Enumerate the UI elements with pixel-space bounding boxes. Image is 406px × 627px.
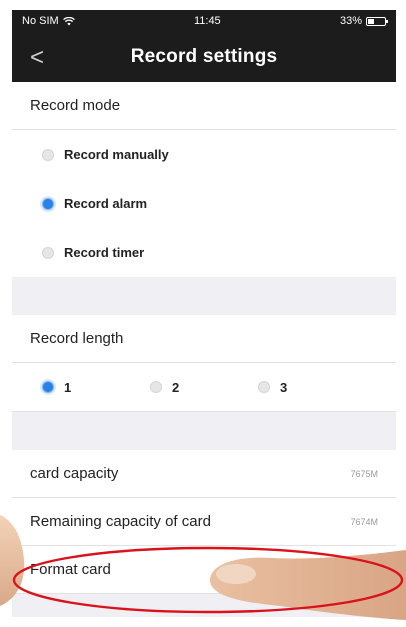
section-divider [12, 277, 396, 315]
radio-option-length-2[interactable]: 2 [150, 380, 258, 395]
card-capacity-row: card capacity 7675M [12, 450, 396, 498]
wifi-icon [62, 16, 75, 25]
record-length-header: Record length [12, 315, 396, 363]
card-capacity-value: 7675M [350, 468, 378, 479]
carrier-group: No SIM [22, 15, 75, 27]
record-length-section: Record length 1 2 3 [12, 315, 396, 412]
radio-unselected-icon[interactable] [42, 148, 54, 161]
radio-selected-icon[interactable] [42, 381, 54, 393]
format-card-label: Format card [30, 561, 111, 578]
radio-label: Record timer [64, 245, 145, 260]
format-card-row[interactable]: Format card [12, 546, 396, 594]
remaining-capacity-value: 7674M [350, 516, 378, 527]
phone-screen: No SIM 11:45 33% < Record settings Recor… [12, 10, 396, 617]
radio-label: Record manually [64, 147, 169, 162]
record-mode-label: Record mode [30, 97, 121, 114]
storage-section: card capacity 7675M Remaining capacity o… [12, 450, 396, 594]
remaining-capacity-label: Remaining capacity of card [30, 513, 211, 530]
radio-label: 2 [172, 379, 180, 395]
radio-selected-icon[interactable] [42, 197, 54, 210]
record-mode-header: Record mode [12, 82, 396, 130]
radio-option-record-alarm[interactable]: Record alarm [12, 179, 396, 228]
record-length-options: 1 2 3 [12, 363, 396, 412]
radio-option-length-1[interactable]: 1 [42, 380, 150, 395]
radio-option-record-timer[interactable]: Record timer [12, 228, 396, 277]
carrier-label: No SIM [22, 15, 59, 27]
settings-content: Record mode Record manually Record alarm… [12, 82, 396, 594]
card-capacity-label: card capacity [30, 465, 119, 482]
page-title: Record settings [130, 46, 278, 67]
section-divider [12, 412, 396, 450]
radio-unselected-icon[interactable] [258, 381, 270, 393]
radio-label: 3 [280, 379, 288, 395]
battery-group: 33% [339, 15, 388, 27]
back-chevron-icon[interactable]: < [30, 44, 44, 72]
screenshot: No SIM 11:45 33% < Record settings Recor… [0, 0, 406, 627]
record-mode-section: Record mode Record manually Record alarm… [12, 82, 396, 277]
radio-option-record-manually[interactable]: Record manually [12, 130, 396, 179]
navigation-bar: < Record settings [12, 32, 396, 82]
remaining-capacity-row: Remaining capacity of card 7674M [12, 498, 396, 546]
radio-label: Record alarm [64, 196, 148, 211]
radio-unselected-icon[interactable] [150, 381, 162, 393]
radio-option-length-3[interactable]: 3 [258, 380, 366, 395]
battery-icon [366, 16, 388, 26]
status-bar: No SIM 11:45 33% [12, 10, 396, 32]
radio-unselected-icon[interactable] [42, 246, 54, 259]
radio-label: 1 [64, 379, 72, 395]
clock: 11:45 [193, 15, 221, 27]
record-length-label: Record length [30, 330, 124, 347]
battery-percent: 33% [339, 15, 362, 27]
